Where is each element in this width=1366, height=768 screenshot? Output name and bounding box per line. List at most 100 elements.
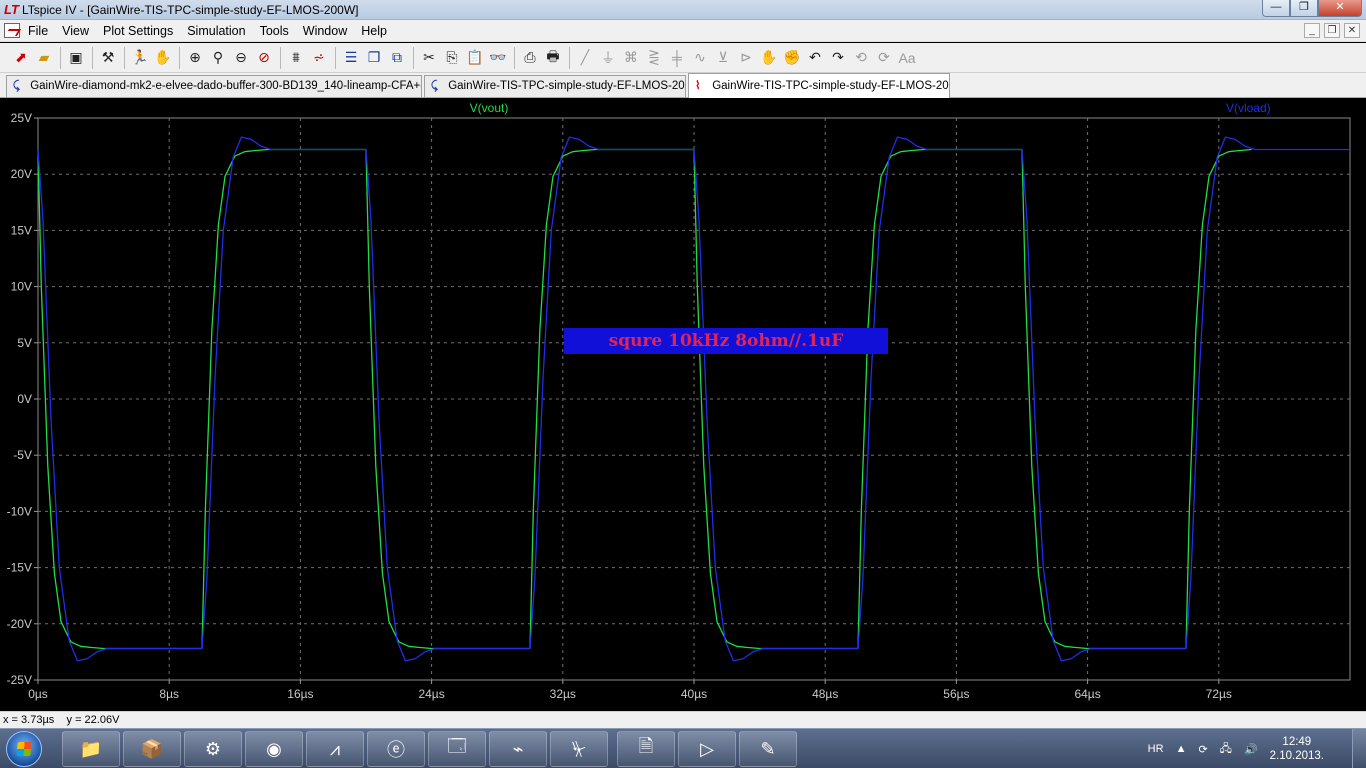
run-icon[interactable]: 🏃 <box>129 47 151 69</box>
close-button[interactable]: ✕ <box>1318 0 1362 17</box>
fit-icon[interactable]: ⩫ <box>308 47 330 69</box>
tab-label: GainWire-diamond-mk2-e-elvee-dado-buffer… <box>30 80 422 92</box>
minimize-button[interactable]: — <box>1262 0 1290 17</box>
inductor-icon[interactable]: ∿ <box>689 47 711 69</box>
redo-icon[interactable]: ↷ <box>827 47 849 69</box>
close-all-icon[interactable]: ⧉ <box>386 47 408 69</box>
copy-icon[interactable]: ⎘ <box>441 47 463 69</box>
waveform-doc-icon[interactable] <box>4 23 20 38</box>
undo-icon[interactable]: ↶ <box>804 47 826 69</box>
wire-icon[interactable]: ╱ <box>574 47 596 69</box>
taskbar-explorer-icon[interactable]: 📁 <box>62 731 120 767</box>
menu-window[interactable]: Window <box>303 24 347 38</box>
tray-expand-icon[interactable]: ▲ <box>1176 743 1187 755</box>
restore-button[interactable]: ❐ <box>1290 0 1318 17</box>
toolbar-separator <box>60 46 61 69</box>
clock-date: 2.10.2013. <box>1269 750 1324 762</box>
waveform-plot[interactable]: 0µs 8µs 16µs 24µs 32µs 40µs 48µs 56µs 64µs 72µs 25… <box>0 98 1366 711</box>
waveform-viewer[interactable]: 0µs 8µs 16µs 24µs 32µs 40µs 48µs 56µs 64µs 72µs 25… <box>0 98 1366 711</box>
zoom-out-icon[interactable]: ⊖ <box>230 47 252 69</box>
clock[interactable]: 12:49 2.10.2013. <box>1270 735 1324 763</box>
drag-icon[interactable]: ✊ <box>781 47 803 69</box>
pan-icon[interactable]: ✋ <box>152 47 174 69</box>
zoom-in-icon[interactable]: ⊕ <box>184 47 206 69</box>
mdi-restore-button[interactable]: ❐ <box>1324 23 1340 38</box>
language-indicator[interactable]: HR <box>1148 743 1164 755</box>
clock-time: 12:49 <box>1282 736 1312 748</box>
taskbar-document-viewer-icon[interactable]: 🗎 <box>617 731 675 767</box>
x-tick-label: 40µs <box>681 687 707 701</box>
menu-tools[interactable]: Tools <box>260 24 289 38</box>
cut-icon[interactable]: ✂ <box>418 47 440 69</box>
diode-icon[interactable]: ⊻ <box>712 47 734 69</box>
toolbar-separator <box>280 46 281 69</box>
tab-schematic-diamond[interactable]: ⤹ GainWire-diamond-mk2-e-elvee-dado-buff… <box>6 75 422 97</box>
tile-horizontal-icon[interactable]: ☰ <box>340 47 362 69</box>
window-title: LTspice IV - [GainWire-TIS-TPC-simple-st… <box>22 3 359 17</box>
paste-icon[interactable]: 📋 <box>464 47 486 69</box>
capacitor-icon[interactable]: ╪ <box>666 47 688 69</box>
autorange-icon[interactable]: ⩩ <box>285 47 307 69</box>
save-icon[interactable]: ▣ <box>65 47 87 69</box>
rotate-icon[interactable]: ⟲ <box>850 47 872 69</box>
toolbar-separator <box>413 46 414 69</box>
tab-schematic-tis-tpc[interactable]: ⤹ GainWire-TIS-TPC-simple-study-EF-LMOS-… <box>424 75 686 97</box>
y-tick-label: 25V <box>11 111 32 125</box>
cascade-icon[interactable]: ❐ <box>363 47 385 69</box>
ground-icon[interactable]: ⏚ <box>597 47 619 69</box>
show-desktop-button[interactable] <box>1352 729 1366 768</box>
menu-simulation[interactable]: Simulation <box>187 24 245 38</box>
x-tick-label: 24µs <box>418 687 444 701</box>
taskbar-pdf-reader-icon[interactable]: ⏧ <box>550 731 608 767</box>
taskbar-network-tool-icon[interactable]: ⚙ <box>184 731 242 767</box>
x-tick-label: 72µs <box>1206 687 1232 701</box>
schematic-icon: ⤹ <box>431 80 438 92</box>
trace-label: V(vout) <box>470 101 509 115</box>
toolbar-separator <box>179 46 180 69</box>
zoom-cancel-icon[interactable]: ⊘ <box>253 47 275 69</box>
menu-help[interactable]: Help <box>361 24 387 38</box>
tab-waveform-tis-tpc[interactable]: ⌇ GainWire-TIS-TPC-simple-study-EF-LMOS-… <box>688 73 950 98</box>
x-tick-label: 48µs <box>812 687 838 701</box>
menu-file[interactable]: File <box>28 24 48 38</box>
print-icon[interactable]: 🖶 <box>542 47 564 69</box>
y-tick-label: 0V <box>17 392 32 406</box>
mdi-minimize-button[interactable]: _ <box>1304 23 1320 38</box>
taskbar-app-package-icon[interactable]: 📦 <box>123 731 181 767</box>
mdi-close-button[interactable]: ✕ <box>1344 23 1360 38</box>
menu-view[interactable]: View <box>62 24 89 38</box>
taskbar-internet-explorer-icon[interactable]: ⓔ <box>367 731 425 767</box>
x-tick-label: 32µs <box>550 687 576 701</box>
title-bar: LT LTspice IV - [GainWire-TIS-TPC-simple… <box>0 0 1366 20</box>
menu-plot-settings[interactable]: Plot Settings <box>103 24 173 38</box>
taskbar-ltspice-icon[interactable]: ⌁ <box>489 731 547 767</box>
taskbar-oscilloscope-icon[interactable]: ⩘ <box>306 731 364 767</box>
zoom-area-icon[interactable]: ⚲ <box>207 47 229 69</box>
mirror-icon[interactable]: ⟳ <box>873 47 895 69</box>
text-icon[interactable]: Aa <box>896 47 918 69</box>
open-icon[interactable]: ▰ <box>33 47 55 69</box>
taskbar-notepad-icon[interactable]: ✎ <box>739 731 797 767</box>
network-icon[interactable]: 🖧 <box>1220 740 1232 759</box>
ltspice-icon: LT <box>4 2 19 17</box>
y-tick-label: -10V <box>7 504 32 518</box>
taskbar-control-panel-icon[interactable]: 🗔 <box>428 731 486 767</box>
tray-sync-icon[interactable]: ⟳ <box>1198 743 1207 756</box>
print-preview-icon[interactable]: ⎙ <box>519 47 541 69</box>
taskbar-antivirus-icon[interactable]: ◉ <box>245 731 303 767</box>
control-panel-icon[interactable]: ⚒ <box>97 47 119 69</box>
find-icon[interactable]: 👓 <box>487 47 509 69</box>
resistor-icon[interactable]: ⋛ <box>643 47 665 69</box>
component-icon[interactable]: ⊳ <box>735 47 757 69</box>
waveform-icon: ⌇ <box>695 80 701 92</box>
start-button[interactable] <box>6 731 42 767</box>
y-tick-label: -15V <box>7 561 32 575</box>
toolbar-separator <box>335 46 336 69</box>
taskbar-terminal-icon[interactable]: ▷ <box>678 731 736 767</box>
volume-icon[interactable]: 🔊 <box>1244 743 1258 756</box>
toolbar-separator <box>124 46 125 69</box>
new-schematic-icon[interactable]: ⬈ <box>10 47 32 69</box>
y-tick-label: -5V <box>13 448 32 462</box>
move-icon[interactable]: ✋ <box>758 47 780 69</box>
label-icon[interactable]: ⌘ <box>620 47 642 69</box>
